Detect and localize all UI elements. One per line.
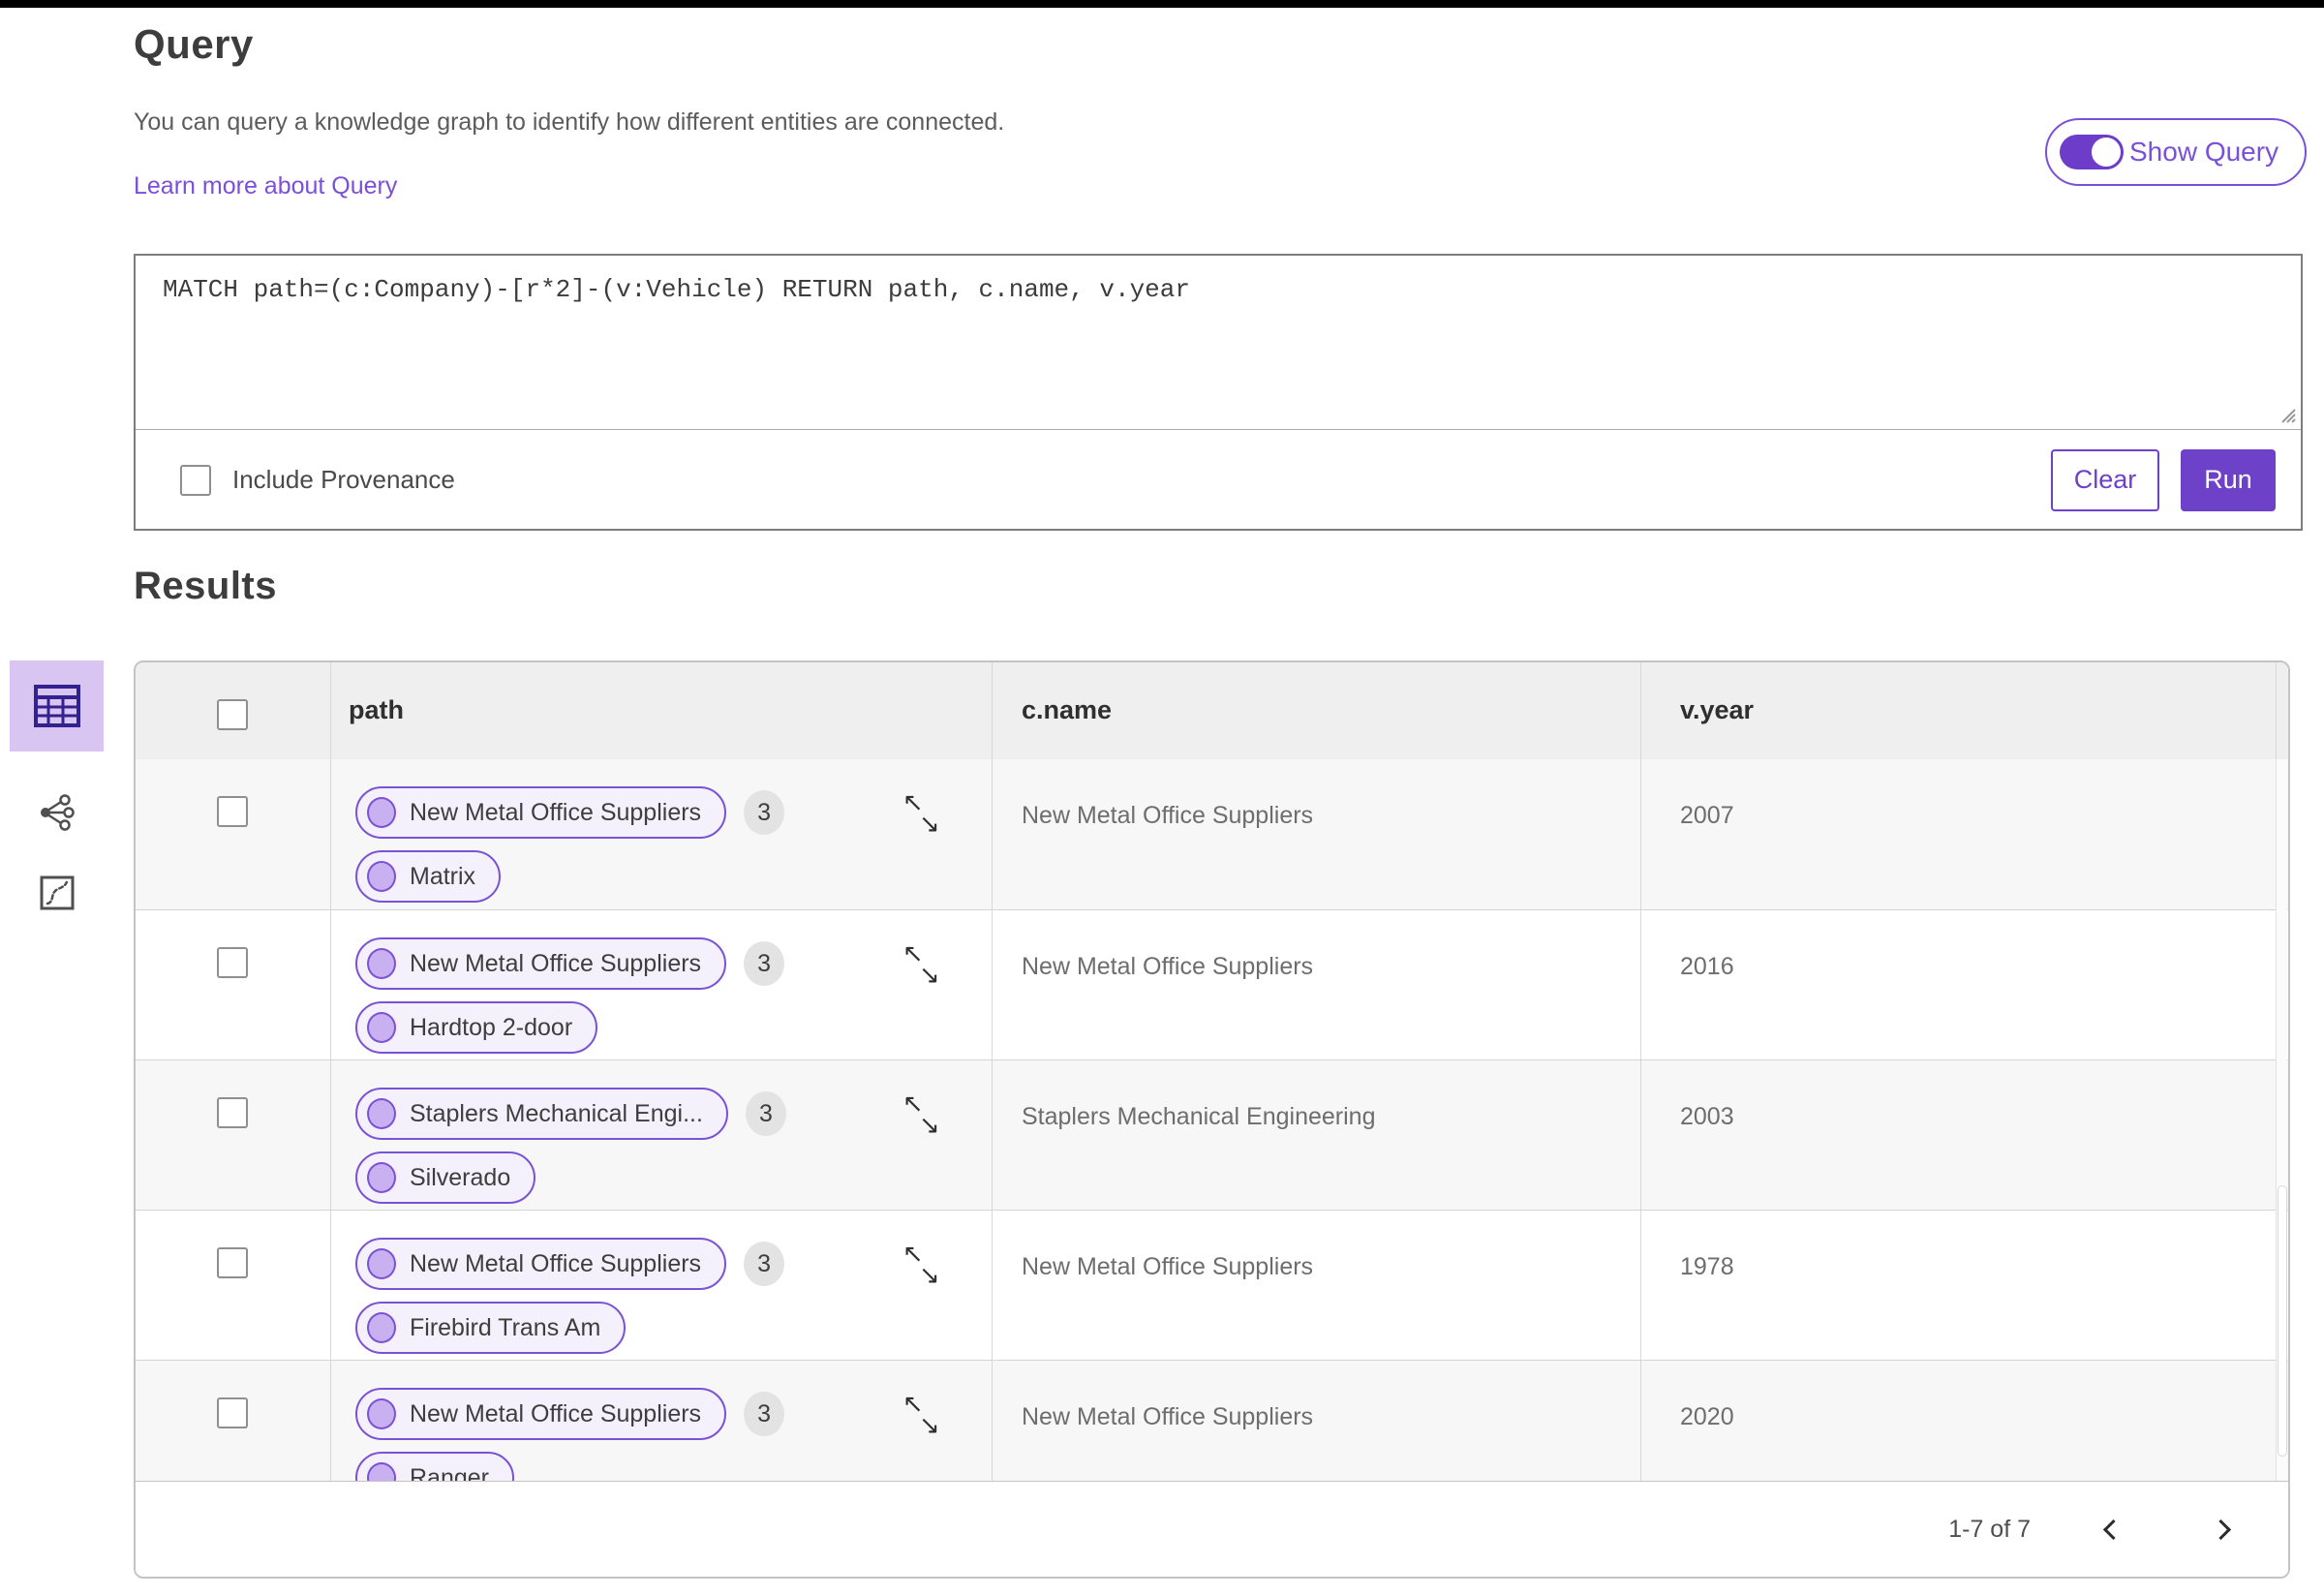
pagination-range: 1-7 of 7 <box>1948 1516 2031 1543</box>
node-icon <box>367 1312 396 1343</box>
chevron-left-icon[interactable] <box>2102 1519 2125 1541</box>
clear-button[interactable]: Clear <box>2051 448 2159 511</box>
show-query-toggle-button[interactable]: Show Query <box>2045 118 2307 186</box>
vyear-value: 2020 <box>1680 1403 1734 1430</box>
path-node-pill[interactable]: Hardtop 2-door <box>355 1001 598 1054</box>
page-title: Query <box>134 21 254 67</box>
expand-path-icon[interactable]: ↖ ↘ <box>902 939 949 994</box>
expand-path-icon[interactable]: ↖ ↘ <box>902 788 949 843</box>
path-node-pill[interactable]: New Metal Office Suppliers <box>355 786 727 839</box>
query-text[interactable]: MATCH path=(c:Company)-[r*2]-(v:Vehicle)… <box>163 275 2262 304</box>
vyear-value: 2007 <box>1680 802 1734 829</box>
path-node-pill[interactable]: Staplers Mechanical Engi... <box>355 1088 728 1140</box>
table-icon <box>33 685 80 727</box>
row-checkbox[interactable] <box>217 1397 248 1428</box>
results-title: Results <box>134 565 277 607</box>
row-checkbox[interactable] <box>217 1097 248 1128</box>
include-provenance-control[interactable]: Include Provenance <box>180 464 455 496</box>
expand-path-icon[interactable]: ↖ ↘ <box>902 1240 949 1294</box>
path-count-badge: 3 <box>744 1392 785 1436</box>
node-icon <box>367 1098 396 1129</box>
results-table: path c.name v.year New Metal Office Supp… <box>134 660 2290 1579</box>
vyear-value: 2003 <box>1680 1103 1734 1130</box>
path-node-pill[interactable]: New Metal Office Suppliers <box>355 937 727 990</box>
row-checkbox[interactable] <box>217 796 248 827</box>
vyear-value: 1978 <box>1680 1253 1734 1280</box>
window-top-edge <box>0 0 2324 8</box>
query-footer: Include Provenance Clear Run <box>136 430 2301 530</box>
row-checkbox[interactable] <box>217 947 248 978</box>
toggle-knob <box>2089 135 2124 169</box>
node-icon <box>367 1162 396 1193</box>
toggle-on-icon[interactable] <box>2060 135 2124 169</box>
cname-value: New Metal Office Suppliers <box>1022 802 1314 829</box>
table-row: New Metal Office Suppliers 3 Ranger ↖ ↘ N… <box>136 1360 2288 1482</box>
table-row: Staplers Mechanical Engi... 3 Silverado … <box>136 1059 2288 1211</box>
results-view-rail <box>10 660 104 910</box>
path-count-badge: 3 <box>744 1242 785 1286</box>
table-row: New Metal Office Suppliers 3 Firebird Tr… <box>136 1210 2288 1361</box>
query-editor-panel: MATCH path=(c:Company)-[r*2]-(v:Vehicle)… <box>134 254 2303 531</box>
path-node-pill[interactable]: Matrix <box>355 850 502 903</box>
textarea-resize-grip-icon[interactable] <box>2275 402 2298 425</box>
cname-value: Staplers Mechanical Engineering <box>1022 1103 1376 1130</box>
chevron-right-icon[interactable] <box>2210 1519 2232 1541</box>
map-route-icon[interactable] <box>40 875 75 910</box>
path-node-pill[interactable]: Firebird Trans Am <box>355 1302 627 1354</box>
cname-value: New Metal Office Suppliers <box>1022 1253 1314 1280</box>
path-node-pill[interactable]: New Metal Office Suppliers <box>355 1238 727 1290</box>
table-row: New Metal Office Suppliers 3 Hardtop 2-d… <box>136 909 2288 1060</box>
pagination-bar: 1-7 of 7 <box>136 1481 2288 1577</box>
include-provenance-checkbox[interactable] <box>180 464 211 496</box>
learn-more-link[interactable]: Learn more about Query <box>134 172 397 200</box>
row-checkbox[interactable] <box>217 1247 248 1278</box>
graph-share-icon[interactable] <box>39 794 76 831</box>
node-icon <box>367 948 396 979</box>
page-description: You can query a knowledge graph to ident… <box>134 108 1005 136</box>
path-count-badge: 3 <box>744 790 785 835</box>
column-header-path: path <box>349 695 404 724</box>
show-query-label: Show Query <box>2129 137 2279 167</box>
scrollbar-thumb[interactable] <box>2278 1185 2287 1457</box>
table-header-row: path c.name v.year <box>136 662 2288 760</box>
cname-value: New Metal Office Suppliers <box>1022 1403 1314 1430</box>
column-header-vyear: v.year <box>1680 695 1755 724</box>
node-icon <box>367 1462 396 1482</box>
node-icon <box>367 1012 396 1043</box>
table-scrollbar[interactable] <box>2276 759 2287 1481</box>
run-button[interactable]: Run <box>2181 448 2276 511</box>
query-page: Query You can query a knowledge graph to… <box>0 0 2324 1596</box>
expand-path-icon[interactable]: ↖ ↘ <box>902 1090 949 1144</box>
node-icon <box>367 797 396 828</box>
expand-path-icon[interactable]: ↖ ↘ <box>902 1390 949 1444</box>
path-node-pill[interactable]: New Metal Office Suppliers <box>355 1388 727 1440</box>
column-header-cname: c.name <box>1022 695 1113 724</box>
path-count-badge: 3 <box>745 1091 786 1136</box>
path-node-pill[interactable]: Ranger <box>355 1452 514 1482</box>
include-provenance-label: Include Provenance <box>232 465 455 494</box>
path-node-pill[interactable]: Silverado <box>355 1151 536 1204</box>
node-icon <box>367 861 396 892</box>
node-icon <box>367 1398 396 1429</box>
vyear-value: 2016 <box>1680 953 1734 980</box>
node-icon <box>367 1248 396 1279</box>
table-view-tab[interactable] <box>10 660 104 752</box>
query-textarea[interactable]: MATCH path=(c:Company)-[r*2]-(v:Vehicle)… <box>136 256 2301 430</box>
cname-value: New Metal Office Suppliers <box>1022 953 1314 980</box>
select-all-checkbox[interactable] <box>217 699 248 730</box>
table-row: New Metal Office Suppliers 3 Matrix ↖ ↘ N… <box>136 759 2288 909</box>
path-count-badge: 3 <box>744 941 785 986</box>
